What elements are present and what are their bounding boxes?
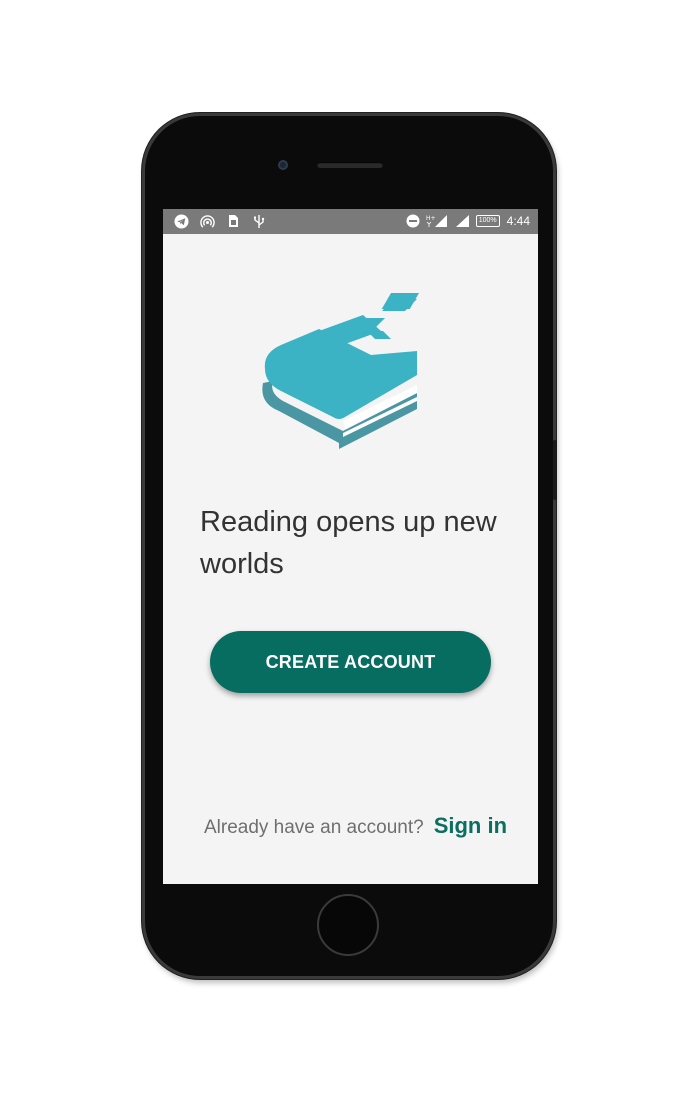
svg-text:H+: H+ [426, 215, 436, 222]
status-bar: H+ 100% 4:44 [163, 209, 538, 234]
home-button[interactable] [317, 894, 379, 956]
telegram-icon [173, 213, 189, 229]
app-screen: H+ 100% 4:44 Reading opens up new worlds… [163, 209, 538, 884]
do-not-disturb-icon [405, 213, 421, 229]
signin-prompt: Already have an account? [203, 817, 424, 838]
signal-icon [455, 213, 471, 229]
sim-card-icon [225, 213, 241, 229]
books-icon [262, 293, 419, 449]
hotspot-icon [199, 213, 215, 229]
earpiece-speaker [317, 162, 383, 168]
signal-h-plus-icon: H+ [426, 213, 450, 229]
signin-link[interactable]: Sign in [434, 813, 507, 839]
battery-indicator: 100% [475, 215, 500, 227]
tagline: Reading opens up new worlds [200, 506, 497, 580]
front-camera [278, 160, 288, 170]
usb-icon [251, 213, 267, 229]
signin-row: Already have an account? Sign in [163, 813, 538, 839]
clock: 4:44 [506, 214, 530, 228]
create-account-button[interactable]: CREATE ACCOUNT [210, 631, 491, 693]
side-button [553, 440, 557, 500]
